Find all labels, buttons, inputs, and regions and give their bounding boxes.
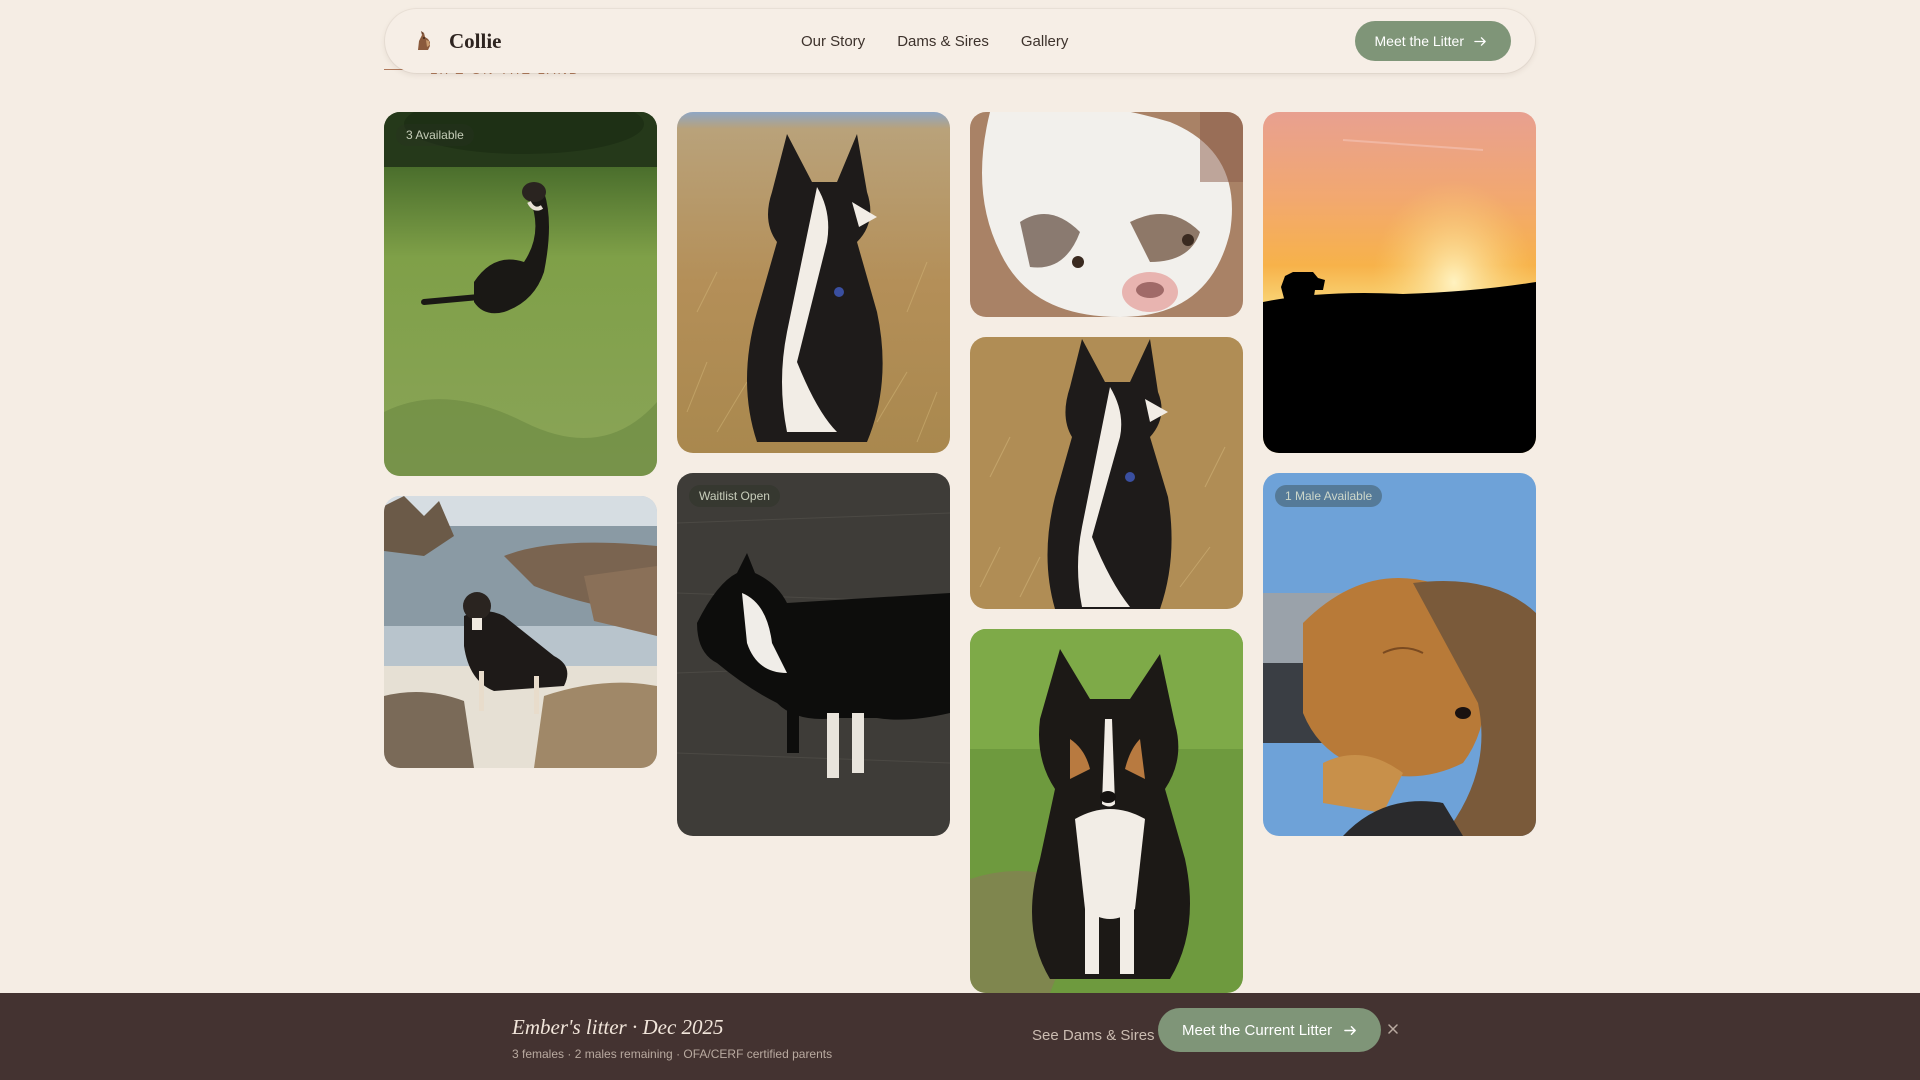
gallery-photo-sunset-silhouette[interactable] [1263, 112, 1536, 453]
availability-badge: 3 Available [396, 124, 474, 146]
brand[interactable]: Collie [413, 29, 502, 54]
dog-icon [418, 31, 430, 50]
litter-title: Ember's litter · Dec 2025 [512, 1015, 724, 1039]
nav-our-story[interactable]: Our Story [801, 33, 865, 50]
gallery-photo-beach-collie[interactable] [384, 496, 657, 768]
waitlist-badge: Waitlist Open [689, 485, 780, 507]
nav-dams-sires[interactable]: Dams & Sires [897, 33, 989, 50]
wheat-collie-2-image [970, 337, 1243, 609]
jumping-collie-image [384, 112, 657, 476]
gallery-photo-wheat-collie-2[interactable] [970, 337, 1243, 609]
nav-gallery[interactable]: Gallery [1021, 33, 1069, 50]
standing-collie-image [677, 473, 950, 836]
gallery-photo-standing-collie[interactable]: Waitlist Open [677, 473, 950, 836]
brand-name: Collie [449, 28, 502, 53]
meet-current-litter-button[interactable]: Meet the Current Litter [1158, 1008, 1382, 1052]
tricolor-collie-image [970, 629, 1243, 993]
main-nav: Our Story Dams & Sires Gallery [801, 9, 1068, 73]
beach-collie-image [384, 496, 657, 768]
meet-current-litter-label: Meet the Current Litter [1182, 1021, 1333, 1039]
arrow-right-icon [1474, 36, 1486, 46]
gallery-photo-wheat-collie[interactable] [677, 112, 950, 453]
gallery-photo-jumping-collie[interactable]: 3 Available [384, 112, 657, 476]
site-header: Collie Our Story Dams & Sires Gallery Me… [385, 9, 1535, 73]
merle-closeup-image [970, 112, 1243, 317]
sunset-silhouette-image [1263, 112, 1536, 453]
see-dams-sires-link[interactable]: See Dams & Sires [1032, 1027, 1155, 1044]
litter-announcement-bar: Ember's litter · Dec 2025 3 females · 2 … [0, 993, 1920, 1080]
male-available-badge: 1 Male Available [1275, 485, 1383, 507]
meet-litter-button[interactable]: Meet the Litter [1354, 21, 1511, 61]
golden-retriever-image [1263, 473, 1536, 836]
meet-litter-label: Meet the Litter [1374, 33, 1465, 49]
gallery-photo-golden-retriever[interactable]: 1 Male Available [1263, 473, 1536, 836]
litter-info: Ember's litter · Dec 2025 3 females · 2 … [512, 1015, 832, 1061]
wheat-collie-image [677, 112, 950, 453]
arrow-right-icon [1344, 1025, 1356, 1035]
close-icon[interactable] [1385, 1021, 1401, 1037]
litter-subtitle: 3 females · 2 males remaining · OFA/CERF… [512, 1047, 833, 1061]
gallery-photo-tricolor-collie[interactable] [970, 629, 1243, 993]
gallery-photo-merle-closeup[interactable] [970, 112, 1243, 317]
